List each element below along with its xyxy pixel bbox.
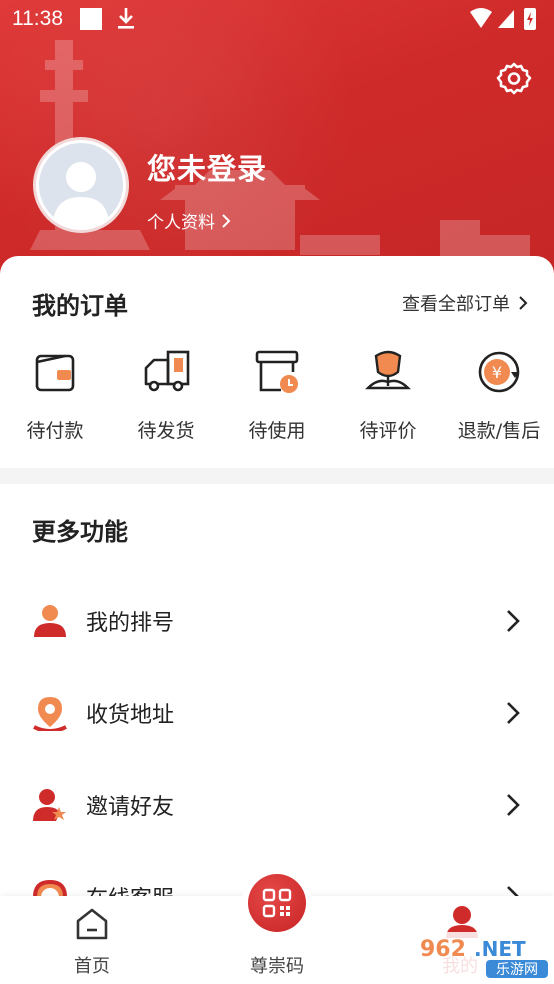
notification-square-icon xyxy=(80,8,102,30)
settings-gear-icon[interactable] xyxy=(496,61,532,97)
avatar[interactable] xyxy=(33,137,129,233)
more-features-section: 更多功能 我的排号 收货地址 邀请好友 xyxy=(0,484,554,912)
box-clock-icon xyxy=(255,350,299,393)
order-label: 待评价 xyxy=(359,420,417,442)
order-label: 待付款 xyxy=(26,420,84,442)
order-label: 退款/售后 xyxy=(457,420,541,442)
qr-code-icon xyxy=(262,888,292,918)
status-bar: 11:38 xyxy=(0,0,554,38)
site-watermark-logo: 962 .NET 乐游网 xyxy=(412,932,552,980)
menu-item-invite-friends[interactable]: 邀请好友 xyxy=(0,775,554,835)
truck-icon xyxy=(144,350,190,392)
order-label: 待使用 xyxy=(248,420,306,442)
qr-code-button[interactable] xyxy=(242,868,312,938)
order-pending-payment[interactable]: 待付款 xyxy=(0,348,110,443)
order-to-review[interactable]: 待评价 xyxy=(333,348,443,443)
menu-item-label: 邀请好友 xyxy=(86,795,175,820)
section-divider xyxy=(0,468,554,484)
tab-qr-code[interactable]: 尊崇码 xyxy=(217,868,337,984)
invite-icon xyxy=(33,789,66,821)
profile-link-label: 个人资料 xyxy=(147,213,215,233)
chevron-right-icon xyxy=(507,794,520,816)
view-all-orders-label: 查看全部订单 xyxy=(402,294,510,315)
more-features-title: 更多功能 xyxy=(32,518,128,546)
svg-text:¥: ¥ xyxy=(492,363,502,382)
login-status-title[interactable]: 您未登录 xyxy=(147,146,267,188)
menu-item-label: 收货地址 xyxy=(86,703,175,728)
svg-text:乐游网: 乐游网 xyxy=(496,962,538,978)
chevron-right-icon xyxy=(519,296,528,310)
tab-label: 尊崇码 xyxy=(250,956,304,977)
home-icon xyxy=(76,908,108,940)
menu-item-label: 我的排号 xyxy=(86,611,175,636)
order-pending-shipment[interactable]: 待发货 xyxy=(111,348,221,443)
chevron-right-icon xyxy=(507,610,520,632)
order-label: 待发货 xyxy=(137,420,195,442)
menu-item-my-queue[interactable]: 我的排号 xyxy=(0,591,554,651)
user-icon xyxy=(34,605,66,637)
system-status-icons xyxy=(470,8,536,30)
chevron-right-icon xyxy=(507,702,520,724)
flower-icon xyxy=(365,350,411,390)
my-orders-card: 我的订单 查看全部订单 待付款 待发货 待使用 待评价 ¥ 退款/售后 xyxy=(0,256,554,468)
default-avatar-icon xyxy=(39,143,123,227)
order-refund[interactable]: ¥ 退款/售后 xyxy=(444,348,554,443)
order-to-use[interactable]: 待使用 xyxy=(222,348,332,443)
signal-icon xyxy=(498,10,514,28)
download-icon xyxy=(118,8,134,29)
yen-refund-icon: ¥ xyxy=(478,351,520,393)
location-icon xyxy=(33,697,67,731)
menu-item-shipping-address[interactable]: 收货地址 xyxy=(0,683,554,743)
view-all-orders-link[interactable]: 查看全部订单 xyxy=(402,290,528,316)
tab-home[interactable]: 首页 xyxy=(32,896,152,984)
wifi-icon xyxy=(470,8,492,28)
profile-page: 11:38 您未登录 个人资料 我的订单 查看全部订单 待付款 待发货 待使用 … xyxy=(0,0,554,984)
svg-text:.NET: .NET xyxy=(474,937,526,961)
profile-link[interactable]: 个人资料 xyxy=(147,208,231,233)
orders-title: 我的订单 xyxy=(32,292,128,320)
svg-text:962: 962 xyxy=(420,937,466,962)
wallet-icon xyxy=(35,354,75,392)
profile-header: 11:38 您未登录 个人资料 xyxy=(0,0,554,290)
tab-label: 首页 xyxy=(74,956,110,977)
chevron-right-icon xyxy=(222,213,231,228)
status-time: 11:38 xyxy=(12,7,63,30)
